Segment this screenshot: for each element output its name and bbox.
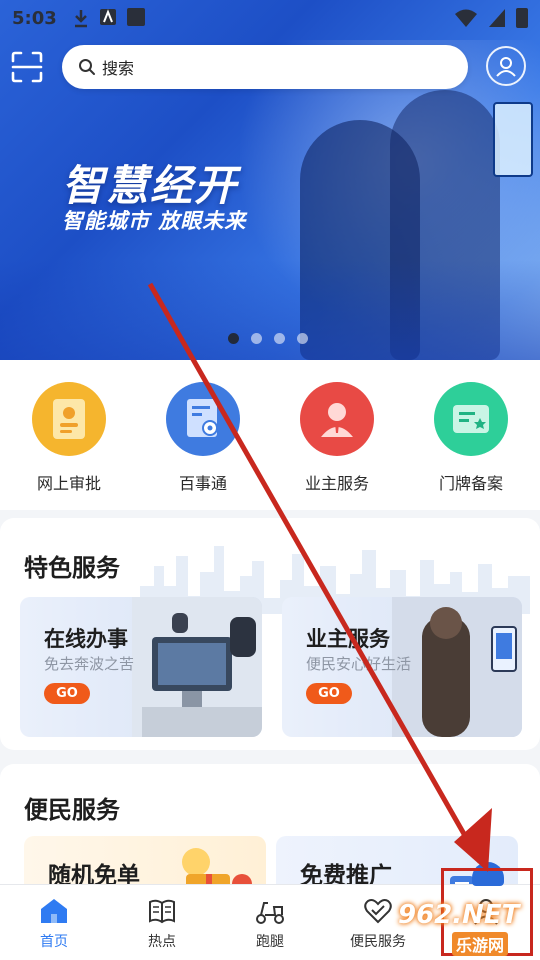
carousel-dot[interactable] (251, 333, 262, 344)
face-recognition-gate (493, 102, 533, 177)
card-title: 业主服务 (306, 627, 390, 651)
go-button[interactable]: GO (306, 683, 352, 704)
app-notification-icon (126, 8, 145, 26)
face-scan-button[interactable] (486, 46, 526, 86)
quick-action-online-approval[interactable]: 网上审批 (30, 382, 108, 510)
card-title: 在线办事 (44, 627, 128, 651)
quick-actions: 网上审批 百事通 业主服务 门牌备案 (0, 360, 540, 510)
carousel-indicator (228, 333, 308, 344)
card-subtitle: 便民安心好生活 (306, 655, 412, 673)
document-approval-icon (32, 382, 106, 456)
watermark-site: 乐游网 (452, 932, 509, 956)
owner-person-icon (300, 382, 374, 456)
nav-label: 跑腿 (256, 934, 284, 950)
nav-label: 热点 (148, 934, 176, 950)
office-photo (132, 597, 262, 737)
nav-hot[interactable]: 热点 (108, 885, 216, 960)
info-document-icon (166, 382, 240, 456)
quick-action-door-plate[interactable]: 门牌备案 (432, 382, 510, 510)
app-screen: 智慧经开 智能城市 放眼未来 5:03 搜索 网上审批 百事通 业主服务 门牌备… (0, 0, 540, 960)
wifi-icon (455, 9, 477, 27)
search-icon (79, 59, 95, 75)
book-icon (149, 899, 175, 924)
watermark-brand: 962.NET (398, 900, 520, 930)
banner-floor (0, 260, 540, 360)
quick-action-owner-service[interactable]: 业主服务 (298, 382, 376, 510)
nav-label: 便民服务 (350, 934, 406, 950)
nav-label: 首页 (40, 934, 68, 950)
status-time: 5:03 (12, 7, 57, 29)
carousel-dot[interactable] (297, 333, 308, 344)
scan-icon[interactable] (10, 50, 44, 84)
section-title: 特色服务 (24, 554, 120, 582)
section-title: 便民服务 (24, 796, 120, 824)
carousel-dot[interactable] (228, 333, 239, 344)
quick-action-label: 门牌备案 (438, 474, 503, 493)
search-placeholder: 搜索 (102, 59, 135, 78)
quick-action-label: 业主服务 (304, 474, 369, 493)
card-subtitle: 免去奔波之苦 (44, 655, 135, 673)
nav-home[interactable]: 首页 (0, 885, 108, 960)
app-notification-icon (99, 9, 116, 25)
door-plate-icon (434, 382, 508, 456)
nav-errand[interactable]: 跑腿 (216, 885, 324, 960)
battery-icon (516, 8, 528, 28)
go-button[interactable]: GO (44, 683, 90, 704)
gate-photo (392, 597, 522, 737)
carousel-dot[interactable] (274, 333, 285, 344)
banner-title: 智慧经开 (62, 161, 239, 210)
quick-action-label: 网上审批 (36, 474, 101, 493)
featured-services-section: 特色服务 在线办事 免去奔波之苦 GO 业主服务 便民安心好生活 GO (0, 518, 540, 750)
search-input[interactable]: 搜索 (62, 45, 468, 89)
status-bar: 5:03 (0, 0, 540, 36)
banner-subtitle: 智能城市 放眼未来 (62, 209, 247, 233)
quick-action-label: 百事通 (178, 474, 227, 493)
heart-hand-icon (364, 899, 392, 924)
scooter-icon (256, 902, 284, 924)
quick-action-baishitong[interactable]: 百事通 (164, 382, 242, 510)
face-scan-icon (496, 57, 516, 77)
signal-icon (489, 9, 505, 27)
online-service-card[interactable]: 在线办事 免去奔波之苦 GO (20, 597, 262, 737)
home-icon (41, 899, 67, 923)
owner-service-card[interactable]: 业主服务 便民安心好生活 GO (282, 597, 522, 737)
download-icon (74, 10, 87, 28)
